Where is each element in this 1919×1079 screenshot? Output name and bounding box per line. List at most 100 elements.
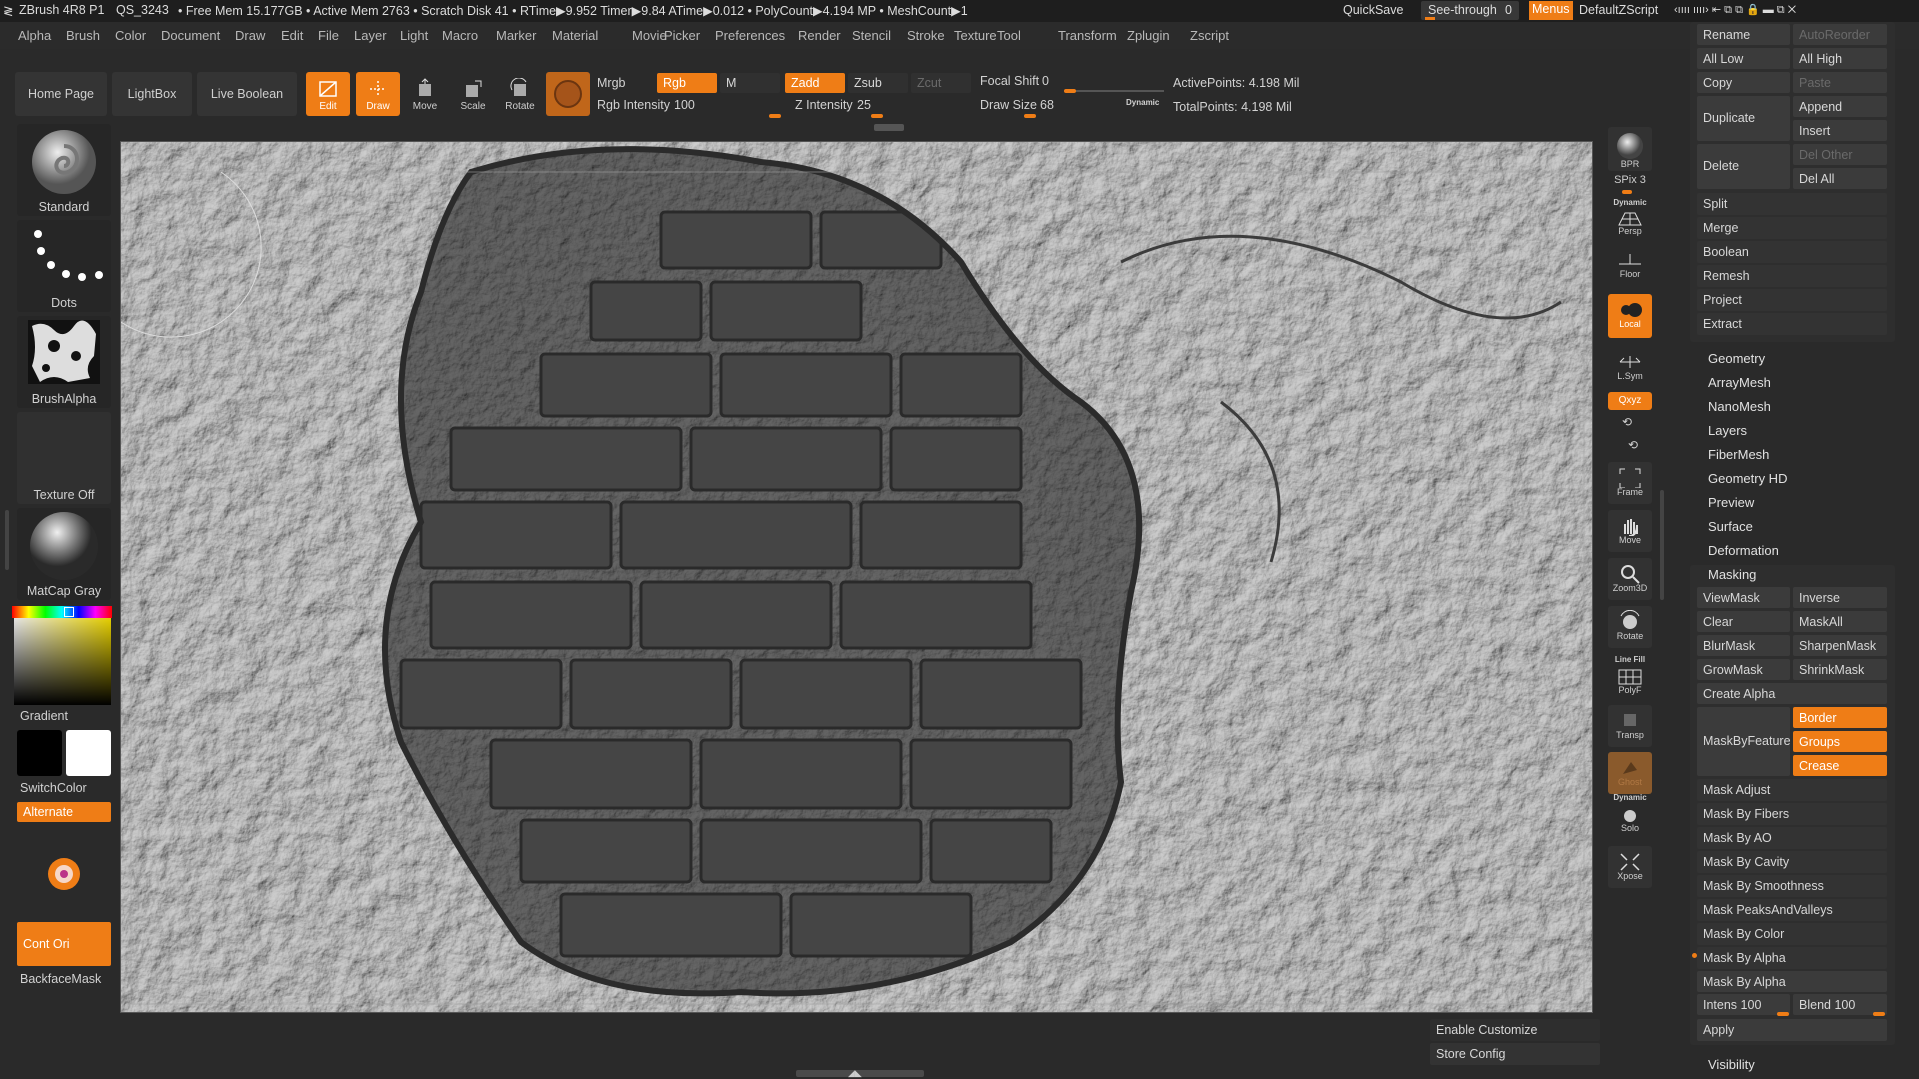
geometry-section[interactable]: Geometry (1708, 351, 1765, 366)
shelf-resize-handle[interactable] (874, 124, 904, 131)
menu-color[interactable]: Color (115, 28, 146, 43)
focal-shift-slider[interactable]: Focal Shift 0 (980, 72, 1168, 94)
create-alpha-button[interactable]: Create Alpha (1697, 683, 1887, 704)
inverse-button[interactable]: Inverse (1793, 587, 1887, 608)
preview-section[interactable]: Preview (1708, 495, 1754, 510)
tray-arrows-icon[interactable]: ◢◣ (848, 1068, 862, 1079)
mask-by-alpha-button[interactable]: Mask By Alpha (1697, 971, 1887, 992)
menus-toggle[interactable]: Menus (1529, 1, 1573, 20)
menu-marker[interactable]: Marker (496, 28, 536, 43)
mask-by-ao-section[interactable]: Mask By AO (1697, 827, 1887, 849)
merge-section[interactable]: Merge (1697, 217, 1887, 239)
xyz-sym-button[interactable]: Qxyz (1608, 392, 1652, 410)
menu-zplugin[interactable]: Zplugin (1127, 28, 1170, 43)
switchcolor-button[interactable]: SwitchColor (20, 781, 87, 795)
lsym-button[interactable]: L.Sym (1608, 348, 1652, 388)
surface-section[interactable]: Surface (1708, 519, 1753, 534)
menu-zscript[interactable]: Zscript (1190, 28, 1229, 43)
autoreorder-button[interactable]: AutoReorder (1793, 24, 1887, 45)
all-high-button[interactable]: All High (1793, 48, 1887, 69)
insert-button[interactable]: Insert (1793, 120, 1887, 141)
visibility-section[interactable]: Visibility (1708, 1057, 1755, 1072)
scale-mode-button[interactable]: Scale (451, 72, 495, 116)
ghost-button[interactable]: Ghost (1608, 752, 1652, 794)
transp-button[interactable]: Transp (1608, 705, 1652, 747)
rename-button[interactable]: Rename (1697, 24, 1790, 45)
viewmask-button[interactable]: ViewMask (1697, 587, 1790, 608)
right-tray-divider[interactable] (1660, 490, 1664, 600)
persp-button[interactable]: Dynamic Persp (1608, 196, 1652, 236)
maskall-button[interactable]: MaskAll (1793, 611, 1887, 632)
del-all-button[interactable]: Del All (1793, 168, 1887, 189)
menu-preferences[interactable]: Preferences (715, 28, 785, 43)
move-mode-button[interactable]: Move (403, 72, 447, 116)
mask-peaks-valleys-section[interactable]: Mask PeaksAndValleys (1697, 899, 1887, 921)
rotate-view-button[interactable]: Rotate (1608, 606, 1652, 648)
menu-edit[interactable]: Edit (281, 28, 303, 43)
menu-document[interactable]: Document (161, 28, 220, 43)
primary-color-swatch[interactable] (17, 730, 62, 776)
growmask-button[interactable]: GrowMask (1697, 659, 1790, 680)
edit-mode-button[interactable]: Edit (306, 72, 350, 116)
project-section[interactable]: Project (1697, 289, 1887, 311)
menu-file[interactable]: File (318, 28, 339, 43)
menu-transform[interactable]: Transform (1058, 28, 1117, 43)
default-zscript-button[interactable]: DefaultZScript (1579, 3, 1658, 17)
nanomesh-section[interactable]: NanoMesh (1708, 399, 1771, 414)
mrgb-button[interactable]: Mrgb (597, 76, 625, 90)
material-color-swatch[interactable] (546, 72, 590, 116)
xpose-button[interactable]: Xpose (1608, 846, 1652, 888)
maskbyfeature-button[interactable]: MaskByFeature (1697, 707, 1791, 776)
quicksave-button[interactable]: QuickSave (1343, 3, 1403, 17)
delete-button[interactable]: Delete (1697, 144, 1790, 189)
blend-slider[interactable]: Blend 100 (1793, 994, 1887, 1016)
document-canvas[interactable] (120, 141, 1593, 1013)
append-button[interactable]: Append (1793, 96, 1887, 117)
interface-arrows-icon[interactable]: ‹ıııı ıııı› ⇤ ⧉ ⧉ 🔒 ▬ ⧉ ✕ (1674, 3, 1796, 17)
copy-button[interactable]: Copy (1697, 72, 1790, 93)
live-boolean-button[interactable]: Live Boolean (197, 72, 297, 116)
split-section[interactable]: Split (1697, 193, 1887, 215)
move-view-button[interactable]: Move (1608, 510, 1652, 552)
duplicate-button[interactable]: Duplicate (1697, 96, 1790, 141)
menu-stroke[interactable]: Stroke (907, 28, 945, 43)
mask-by-cavity-section[interactable]: Mask By Cavity (1697, 851, 1887, 873)
see-through-slider[interactable]: See-through 0 (1421, 1, 1519, 20)
dynamic-toggle[interactable]: Dynamic (1126, 98, 1159, 107)
alpha-selector[interactable]: BrushAlpha (17, 316, 111, 408)
rgb-intensity-slider[interactable]: Rgb Intensity 100 (597, 96, 785, 118)
clear-mask-button[interactable]: Clear (1697, 611, 1790, 632)
local-button[interactable]: Local (1608, 294, 1652, 338)
rotate-z-icon[interactable]: ⟲ (1628, 438, 1638, 452)
mask-by-fibers-section[interactable]: Mask By Fibers (1697, 803, 1887, 825)
geometry-hd-section[interactable]: Geometry HD (1708, 471, 1787, 486)
z-intensity-slider[interactable]: Z Intensity 25 (795, 96, 975, 118)
m-button[interactable]: M (720, 73, 780, 93)
rgb-button[interactable]: Rgb (657, 73, 717, 93)
remesh-section[interactable]: Remesh (1697, 265, 1887, 287)
zoom3d-button[interactable]: Zoom3D (1608, 558, 1652, 600)
menu-alpha[interactable]: Alpha (18, 28, 51, 43)
menu-draw[interactable]: Draw (235, 28, 265, 43)
bpr-button[interactable]: BPR (1608, 127, 1652, 171)
all-low-button[interactable]: All Low (1697, 48, 1790, 69)
color-picker[interactable] (12, 606, 112, 705)
boolean-section[interactable]: Boolean (1697, 241, 1887, 263)
menu-light[interactable]: Light (400, 28, 428, 43)
zbrush-logo-icon[interactable]: ≷ (3, 3, 13, 18)
alternate-button[interactable]: Alternate (17, 802, 111, 822)
menu-macro[interactable]: Macro (442, 28, 478, 43)
draw-size-slider[interactable]: Draw Size 68 Dynamic (980, 96, 1168, 118)
stroke-selector[interactable]: Dots (17, 220, 111, 312)
zsub-button[interactable]: Zsub (848, 73, 908, 93)
layers-section[interactable]: Layers (1708, 423, 1747, 438)
shrinkmask-button[interactable]: ShrinkMask (1793, 659, 1887, 680)
menu-layer[interactable]: Layer (354, 28, 387, 43)
frame-button[interactable]: Frame (1608, 462, 1652, 504)
border-toggle[interactable]: Border (1793, 707, 1887, 728)
zadd-button[interactable]: Zadd (785, 73, 845, 93)
mask-by-alpha-section[interactable]: Mask By Alpha (1697, 947, 1887, 969)
menu-tool[interactable]: Tool (997, 28, 1021, 43)
menu-stencil[interactable]: Stencil (852, 28, 891, 43)
polyf-button[interactable]: Line Fill PolyF (1608, 654, 1652, 698)
